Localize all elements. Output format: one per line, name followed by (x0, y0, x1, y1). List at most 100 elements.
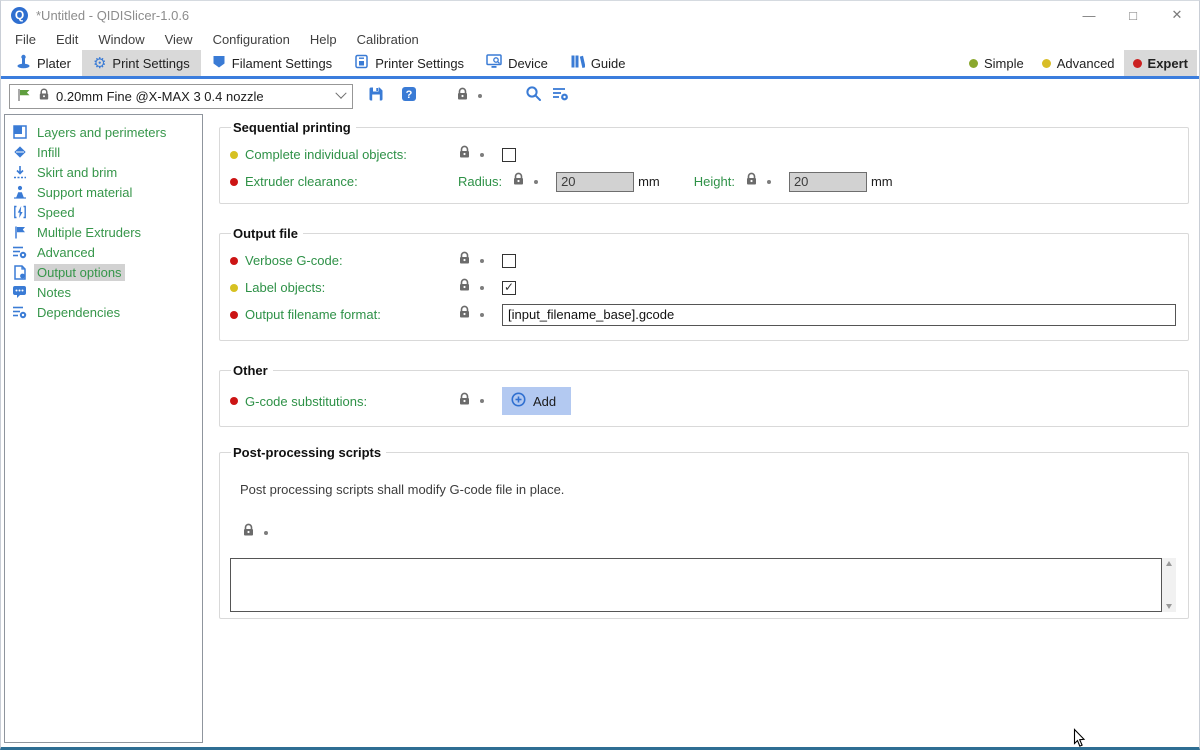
sidebar-item-multiple-extruders[interactable]: Multiple Extruders (5, 222, 202, 242)
mode-expert[interactable]: Expert (1124, 50, 1197, 76)
dot-indicator (478, 94, 482, 98)
output-filename-format-input[interactable] (502, 304, 1176, 326)
section-title: Output file (231, 226, 303, 241)
section-post-processing-scripts: Post-processing scripts Post processing … (219, 445, 1189, 619)
scrollbar[interactable] (1162, 558, 1176, 612)
post-processing-scripts-textarea[interactable] (230, 558, 1162, 612)
radius-input[interactable] (556, 172, 634, 192)
menu-file[interactable]: File (5, 32, 46, 47)
sidebar-item-support-material[interactable]: Support material (5, 182, 202, 202)
sidebar-item-notes[interactable]: Notes (5, 282, 202, 302)
verbose-gcode-checkbox[interactable] (502, 254, 516, 268)
svg-text:?: ? (406, 89, 413, 101)
scroll-down-icon[interactable] (1166, 604, 1172, 609)
sidebar-item-output-options[interactable]: Output options (5, 262, 202, 282)
setting-row-label-objects: Label objects: (230, 274, 1188, 301)
save-preset-button[interactable] (367, 84, 385, 108)
dot-indicator (534, 180, 538, 184)
setting-row-complete-individual-objects: Complete individual objects: (230, 141, 1188, 168)
simple-dot-icon (969, 59, 978, 68)
mode-advanced[interactable]: Advanced (1033, 50, 1124, 76)
tab-device[interactable]: Device (475, 50, 559, 76)
sidebar-item-speed[interactable]: Speed (5, 202, 202, 222)
app-window: Q *Untitled - QIDISlicer-1.0.6 — □ ✕ Fil… (0, 0, 1200, 750)
section-output-file: Output file Verbose G-code: Lab (219, 226, 1189, 341)
tab-guide[interactable]: Guide (559, 50, 637, 76)
menu-configuration[interactable]: Configuration (203, 32, 300, 47)
menu-calibration[interactable]: Calibration (347, 32, 429, 47)
sidebar-item-label: Advanced (34, 244, 98, 261)
notes-icon (12, 285, 27, 299)
output-icon (12, 265, 27, 280)
lock-group[interactable] (458, 278, 502, 297)
tab-filament-settings[interactable]: Filament Settings (201, 50, 343, 76)
menu-view[interactable]: View (155, 32, 203, 47)
compare-presets-button[interactable]: ? (401, 84, 417, 108)
tab-plater[interactable]: Plater (5, 50, 82, 76)
lock-icon (38, 88, 50, 104)
minimize-button[interactable]: — (1067, 1, 1111, 29)
lock-group[interactable] (242, 523, 1188, 542)
sidebar-item-skirt-and-brim[interactable]: Skirt and brim (5, 162, 202, 182)
modified-dot-icon (230, 151, 238, 159)
preset-name: 0.20mm Fine @X-MAX 3 0.4 nozzle (56, 89, 264, 104)
app-logo-icon: Q (11, 7, 28, 24)
search-button[interactable] (525, 84, 542, 108)
preset-settings-button[interactable] (552, 84, 570, 108)
sidebar-item-dependencies[interactable]: Dependencies (5, 302, 202, 322)
mode-label: Expert (1148, 56, 1188, 71)
setting-label: Extruder clearance: (230, 174, 458, 189)
required-dot-icon (230, 311, 238, 319)
scroll-up-icon[interactable] (1166, 561, 1172, 566)
setting-row-gcode-substitutions: G-code substitutions: Add (230, 384, 1188, 418)
add-button-label: Add (533, 394, 556, 409)
tab-label: Plater (37, 56, 71, 71)
setting-label: Complete individual objects: (230, 147, 458, 162)
setting-row-extruder-clearance: Extruder clearance: Radius: mm Height: (230, 168, 1188, 195)
printer-icon (354, 54, 369, 72)
height-unit: mm (871, 174, 893, 189)
menu-bar: File Edit Window View Configuration Help… (1, 29, 1199, 50)
section-other: Other G-code substitutions: Add (219, 363, 1189, 427)
preset-combobox[interactable]: 0.20mm Fine @X-MAX 3 0.4 nozzle (9, 84, 353, 109)
menu-help[interactable]: Help (300, 32, 347, 47)
sidebar-item-layers-and-perimeters[interactable]: Layers and perimeters (5, 122, 202, 142)
label-objects-checkbox[interactable] (502, 281, 516, 295)
preset-toolbar: 0.20mm Fine @X-MAX 3 0.4 nozzle ? (1, 79, 1199, 113)
lock-icon (458, 145, 471, 164)
lock-group[interactable] (458, 251, 502, 270)
lock-icon (458, 278, 471, 297)
radius-label: Radius: (458, 174, 502, 189)
window-controls: — □ ✕ (1067, 1, 1199, 29)
lock-icon (512, 172, 525, 191)
add-substitution-button[interactable]: Add (502, 387, 571, 415)
menu-window[interactable]: Window (88, 32, 154, 47)
lock-group[interactable] (458, 305, 502, 324)
advanced-icon (12, 245, 27, 259)
lock-icon (458, 392, 471, 411)
mouse-cursor (1073, 728, 1087, 754)
complete-individual-objects-checkbox[interactable] (502, 148, 516, 162)
lock-all-toggle[interactable] (447, 84, 491, 108)
extruders-icon (12, 225, 27, 239)
maximize-button[interactable]: □ (1111, 1, 1155, 29)
sidebar-item-label: Skirt and brim (34, 164, 120, 181)
sidebar-item-advanced[interactable]: Advanced (5, 242, 202, 262)
sidebar-item-infill[interactable]: Infill (5, 142, 202, 162)
advanced-dot-icon (1042, 59, 1051, 68)
height-input[interactable] (789, 172, 867, 192)
lock-group[interactable] (458, 145, 502, 164)
menu-edit[interactable]: Edit (46, 32, 88, 47)
tab-print-settings[interactable]: ⚙ Print Settings (82, 50, 201, 76)
lock-group[interactable] (745, 172, 789, 191)
tab-label: Print Settings (112, 56, 189, 71)
tab-printer-settings[interactable]: Printer Settings (343, 50, 475, 76)
dot-indicator (480, 286, 484, 290)
dependencies-icon (12, 305, 27, 319)
lock-icon (242, 523, 255, 542)
close-button[interactable]: ✕ (1155, 1, 1199, 29)
lock-group[interactable] (512, 172, 556, 191)
circle-plus-icon (511, 392, 526, 410)
mode-simple[interactable]: Simple (960, 50, 1033, 76)
lock-group[interactable] (458, 392, 502, 411)
